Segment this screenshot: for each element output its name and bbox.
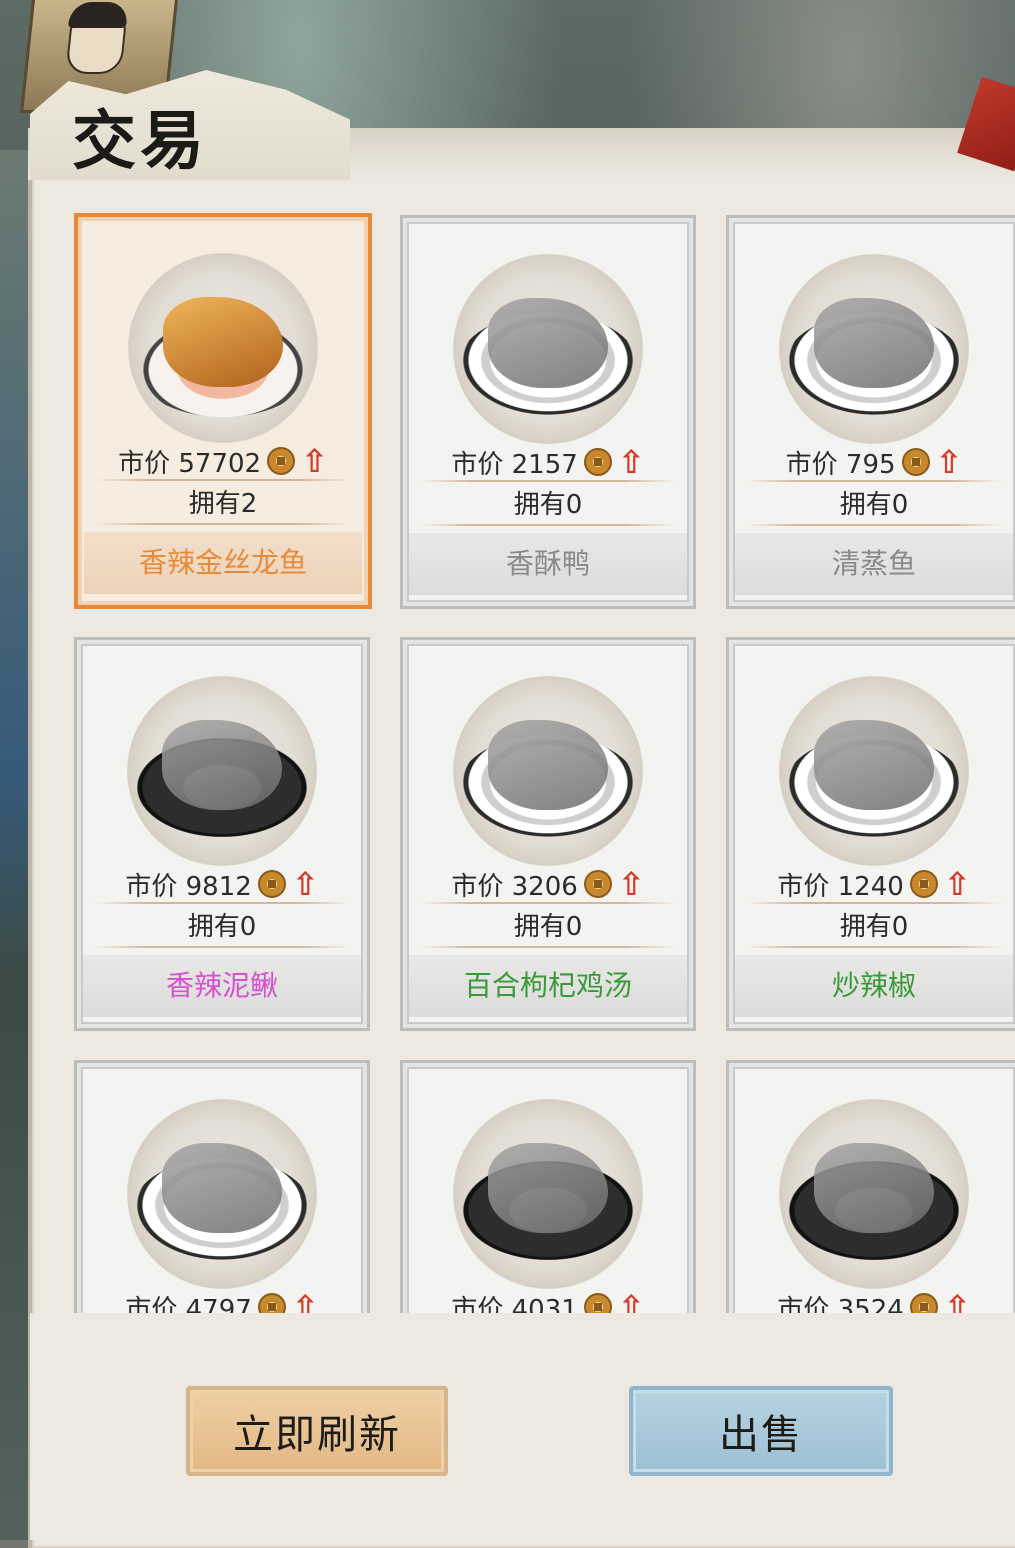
item-card[interactable]: 市价 3524 ⇧ [726,1060,1015,1313]
item-name: 香酥鸭 [409,533,687,595]
price-label: 市价 795 [785,449,896,480]
copper-coin-icon [909,870,938,898]
price-label: 市价 57702 [118,448,262,479]
scenery-left-strip [0,150,30,1540]
price-label: 市价 3524 [777,1294,904,1314]
copper-coin-icon [901,448,930,476]
divider [747,480,1001,482]
item-card[interactable]: 市价 9812 ⇧ 拥有0 香辣泥鳅 [74,637,370,1031]
price-label: 市价 9812 [125,871,252,902]
copper-coin-icon [583,448,612,476]
arrow-up-icon: ⇧ [617,443,645,481]
price-label: 市价 4031 [451,1294,578,1314]
owned-label: 拥有0 [839,912,909,942]
divider [95,946,349,948]
price-row: 市价 3524 ⇧ [729,1289,1015,1313]
arrow-up-icon: ⇧ [291,865,319,903]
price-row: 市价 9812 ⇧ [77,866,367,902]
item-name: 香辣金丝龙鱼 [84,532,362,594]
arrow-up-icon: ⇧ [291,1288,319,1313]
item-card[interactable]: 市价 3206 ⇧ 拥有0 百合枸杞鸡汤 [400,637,696,1031]
divider [421,480,675,482]
price-row: 市价 1240 ⇧ [729,866,1015,902]
owned-label: 拥有0 [513,912,583,942]
arrow-up-icon: ⇧ [935,443,963,481]
copper-coin-icon [583,870,612,898]
divider [96,523,350,525]
divider [421,946,675,948]
price-label: 市价 3206 [451,871,578,902]
copper-coin-icon [909,1293,938,1313]
arrow-up-icon: ⇧ [617,1288,645,1313]
item-card[interactable]: 市价 795 ⇧ 拥有0 清蒸鱼 [726,215,1015,609]
owned-label: 拥有2 [188,489,258,519]
item-name: 炒辣椒 [735,955,1013,1017]
price-row: 市价 57702 ⇧ [78,443,368,479]
item-name: 清蒸鱼 [735,533,1013,595]
price-label: 市价 4797 [125,1294,252,1314]
price-row: 市价 4031 ⇧ [403,1289,693,1313]
copper-coin-icon [257,1293,286,1313]
price-label: 市价 2157 [451,449,578,480]
portrait-hair [67,2,129,28]
divider [747,946,1001,948]
item-card[interactable]: 市价 57702 ⇧ 拥有2 香辣金丝龙鱼 [74,213,372,609]
divider [747,524,1001,526]
divider [747,902,1001,904]
copper-coin-icon [267,447,296,475]
sell-button[interactable]: 出售 [629,1386,893,1476]
item-card[interactable]: 市价 4031 ⇧ [400,1060,696,1313]
price-row: 市价 3206 ⇧ [403,866,693,902]
item-card[interactable]: 市价 4797 ⇧ [74,1060,370,1313]
arrow-up-icon: ⇧ [617,865,645,903]
copper-coin-icon [257,870,286,898]
divider [421,524,675,526]
item-card[interactable]: 市价 2157 ⇧ 拥有0 香酥鸭 [400,215,696,609]
arrow-up-icon: ⇧ [943,865,971,903]
price-row: 市价 2157 ⇧ [403,444,693,480]
price-row: 市价 4797 ⇧ [77,1289,367,1313]
owned-label: 拥有0 [513,490,583,520]
price-row: 市价 795 ⇧ [729,444,1015,480]
divider [421,902,675,904]
copper-coin-icon [583,1293,612,1313]
arrow-up-icon: ⇧ [943,1288,971,1313]
page-title: 交易 [72,104,208,179]
item-name: 香辣泥鳅 [83,955,361,1017]
item-name: 百合枸杞鸡汤 [409,955,687,1017]
owned-label: 拥有0 [839,490,909,520]
price-label: 市价 1240 [777,871,904,902]
owned-label: 拥有0 [187,912,257,942]
arrow-up-icon: ⇧ [301,442,328,480]
item-grid: 市价 57702 ⇧ 拥有2 香辣金丝龙鱼 市价 2157 ⇧ 拥有0 香酥鸭 … [60,205,1015,1313]
item-card[interactable]: 市价 1240 ⇧ 拥有0 炒辣椒 [726,637,1015,1031]
refresh-now-button[interactable]: 立即刷新 [186,1386,448,1476]
divider [95,902,349,904]
divider [96,479,350,481]
